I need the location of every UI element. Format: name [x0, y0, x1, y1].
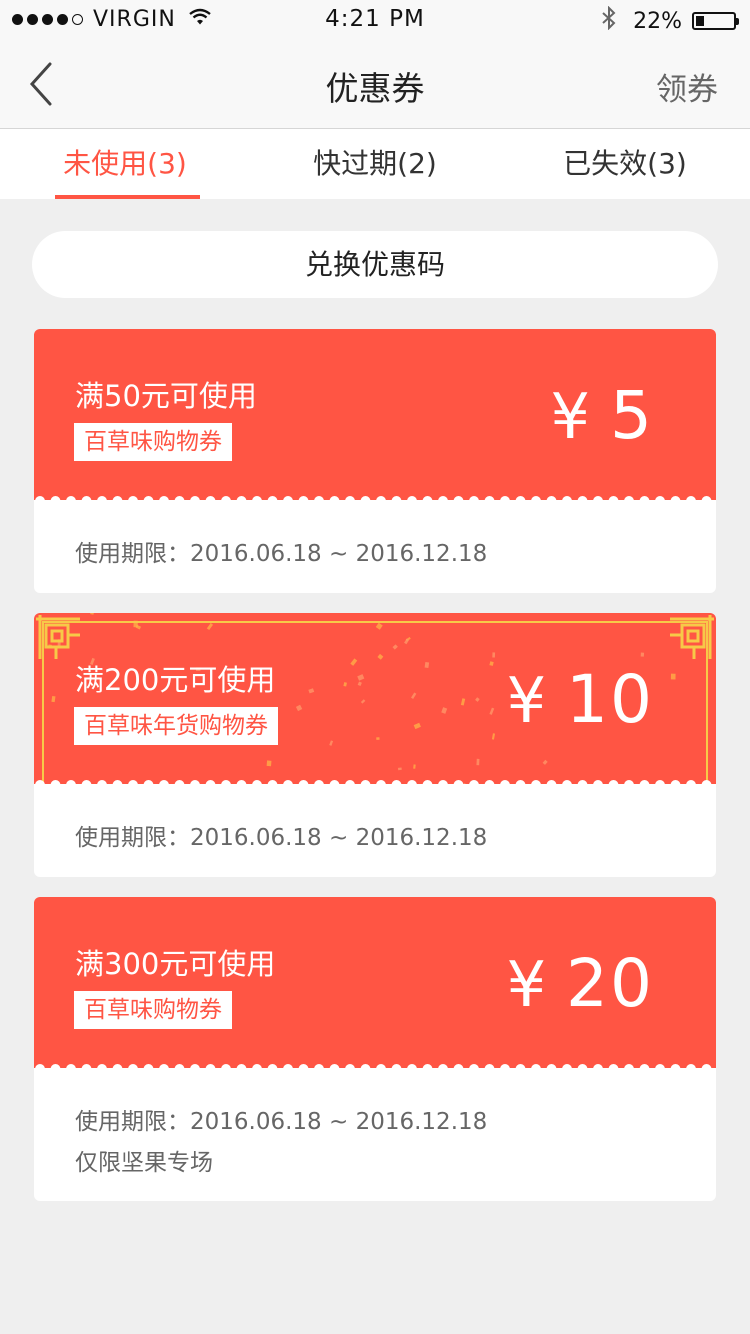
battery-area: 22% — [601, 5, 739, 36]
coupon-amount: ¥10 — [507, 661, 654, 738]
currency-symbol: ¥ — [506, 948, 549, 1021]
scallop-edge — [35, 496, 712, 501]
tab-unused[interactable]: 未使用(3) — [0, 129, 250, 199]
battery-percent: 22% — [633, 8, 682, 34]
coupon-header: 满300元可使用 百草味购物券 ¥20 — [34, 897, 716, 1069]
battery-fill — [696, 16, 704, 26]
battery-nub — [736, 18, 739, 25]
coupon-validity: 使用期限：2016.06.18 ~ 2016.12.18 — [75, 825, 488, 851]
coupon-value: 10 — [566, 661, 654, 738]
coupon-value: 20 — [566, 945, 654, 1022]
coupon-condition: 满50元可使用 — [75, 379, 257, 413]
coupon-card[interactable]: 满300元可使用 百草味购物券 ¥20 使用期限：2016.06.18 ~ 20… — [34, 897, 716, 1201]
tab-bar: 未使用(3) 快过期(2) 已失效(3) — [0, 129, 750, 199]
currency-symbol: ¥ — [550, 380, 592, 453]
tab-label: 快过期(2) — [313, 147, 437, 180]
scallop-edge — [35, 780, 712, 785]
tab-label: 未使用(3) — [63, 147, 187, 180]
status-bar: VIRGIN 4:21 PM 22% — [0, 0, 750, 40]
coupon-amount: ¥5 — [551, 377, 654, 454]
corner-ornament-icon — [670, 615, 714, 659]
coupon-value: 5 — [610, 377, 654, 454]
coupon-header: 满50元可使用 百草味购物券 ¥5 — [34, 329, 716, 501]
coupon-tag: 百草味年货购物券 — [74, 707, 278, 745]
coupon-details: 使用期限：2016.06.18 ~ 2016.12.18 仅限坚果专场 — [34, 1068, 716, 1184]
coupon-header: 满200元可使用 百草味年货购物券 ¥10 — [34, 613, 716, 785]
coupon-validity: 使用期限：2016.06.18 ~ 2016.12.18 — [75, 541, 488, 567]
coupon-card[interactable]: 满50元可使用 百草味购物券 ¥5 使用期限：2016.06.18 ~ 2016… — [34, 329, 716, 593]
coupon-condition: 满200元可使用 — [75, 663, 276, 697]
scallop-edge — [35, 1064, 712, 1069]
currency-symbol: ¥ — [506, 664, 549, 737]
tab-expiring-soon[interactable]: 快过期(2) — [250, 129, 500, 199]
coupon-card[interactable]: 满200元可使用 百草味年货购物券 ¥10 使用期限：2016.06.18 ~ … — [34, 613, 716, 877]
tab-expired[interactable]: 已失效(3) — [500, 129, 750, 199]
bluetooth-icon — [601, 5, 617, 36]
coupon-tag: 百草味购物券 — [74, 991, 232, 1029]
coupon-details: 使用期限：2016.06.18 ~ 2016.12.18 — [34, 784, 716, 859]
coupon-condition: 满300元可使用 — [75, 947, 276, 981]
coupon-details: 使用期限：2016.06.18 ~ 2016.12.18 — [34, 500, 716, 575]
coupon-note: 仅限坚果专场 — [75, 1150, 213, 1176]
redeem-code-button[interactable]: 兑换优惠码 — [32, 231, 718, 298]
tab-label: 已失效(3) — [563, 147, 687, 180]
active-tab-indicator — [55, 195, 200, 199]
coupon-validity: 使用期限：2016.06.18 ~ 2016.12.18 — [75, 1109, 488, 1135]
page-title: 优惠券 — [325, 69, 425, 108]
battery-icon — [692, 12, 739, 30]
get-coupon-button[interactable]: 领券 — [656, 64, 718, 109]
navigation-bar: 优惠券 领券 — [0, 40, 750, 129]
coupon-amount: ¥20 — [507, 945, 654, 1022]
coupon-tag: 百草味购物券 — [74, 423, 232, 461]
